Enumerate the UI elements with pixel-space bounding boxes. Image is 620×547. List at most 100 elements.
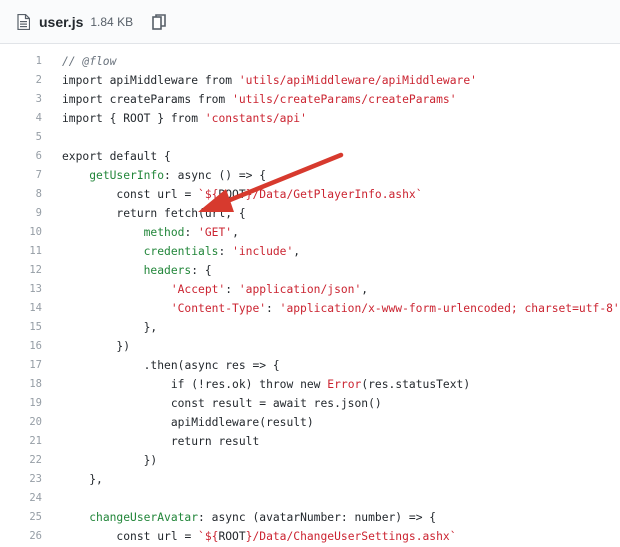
code-token: 'include' (232, 245, 294, 258)
code-token: }, (62, 473, 103, 486)
code-text: const result = await res.json() (62, 394, 382, 413)
code-text: }) (62, 337, 130, 356)
line-number[interactable]: 9 (0, 204, 62, 223)
code-text: headers: { (62, 261, 212, 280)
code-line: 22 }) (0, 451, 620, 470)
code-line: 17 .then(async res => { (0, 356, 620, 375)
code-line: 8 const url = `${ROOT}/Data/GetPlayerInf… (0, 185, 620, 204)
code-token: from (204, 74, 233, 87)
code-token: return (116, 207, 158, 220)
code-text: const url = `${ROOT}/Data/ChangeUserSett… (62, 527, 456, 546)
code-token: , (232, 226, 239, 239)
code-token: export default (62, 150, 158, 163)
code-token: from (198, 93, 226, 106)
line-number[interactable]: 21 (0, 432, 62, 451)
line-number[interactable]: 10 (0, 223, 62, 242)
code-token: : (184, 226, 199, 239)
code-token: if (170, 378, 185, 391)
code-view: 1// @flow 2 import apiMiddleware from 'uti… (0, 52, 620, 546)
code-line: 12 headers: { (0, 261, 620, 280)
code-token: 'Accept' (170, 283, 226, 296)
code-text: if (!res.ok) throw new Error(res.statusT… (62, 375, 470, 394)
code-text: .then(async res => { (62, 356, 280, 375)
code-token: import (62, 112, 103, 125)
file-size: 1.84 KB (90, 14, 134, 29)
code-token: }) (62, 454, 158, 467)
code-token: // @flow (62, 55, 117, 68)
line-number[interactable]: 22 (0, 451, 62, 470)
code-line: 16 }) (0, 337, 620, 356)
line-number[interactable]: 20 (0, 413, 62, 432)
line-number[interactable]: 8 (0, 185, 62, 204)
file-name[interactable]: user.js (39, 14, 83, 30)
line-number[interactable]: 25 (0, 508, 62, 527)
code-line: 7 getUserInfo: async () => { (0, 166, 620, 185)
line-number[interactable]: 19 (0, 394, 62, 413)
code-token: headers (143, 264, 192, 277)
line-number[interactable]: 14 (0, 299, 62, 318)
code-token: const (116, 188, 151, 201)
code-text: // @flow (62, 52, 116, 71)
copy-icon[interactable] (152, 13, 166, 30)
line-number[interactable]: 18 (0, 375, 62, 394)
line-number[interactable]: 7 (0, 166, 62, 185)
code-line: 15 }, (0, 318, 620, 337)
code-token: .then( (62, 359, 185, 372)
line-number[interactable]: 16 (0, 337, 62, 356)
code-line: 11 credentials: 'include', (0, 242, 620, 261)
line-number[interactable]: 13 (0, 280, 62, 299)
line-number[interactable]: 23 (0, 470, 62, 489)
line-number[interactable]: 4 (0, 109, 62, 128)
code-text: method: 'GET', (62, 223, 239, 242)
line-number[interactable]: 5 (0, 128, 62, 147)
line-number[interactable]: 3 (0, 90, 62, 109)
code-line: 6 export default { (0, 147, 620, 166)
code-token: ROOT (218, 530, 246, 543)
file-icon (17, 13, 31, 30)
code-token: fetch(url, { (157, 207, 246, 220)
line-number[interactable]: 26 (0, 527, 62, 546)
code-token: , (361, 283, 369, 296)
code-token: from (170, 112, 199, 125)
code-token: createParams (102, 93, 199, 106)
code-text: import { ROOT } from 'constants/api' (62, 109, 307, 128)
code-line: 25 changeUserAvatar: async (avatarNumber… (0, 508, 620, 527)
code-token: throw new (259, 378, 321, 391)
line-number[interactable]: 1 (0, 52, 62, 71)
line-number[interactable]: 17 (0, 356, 62, 375)
line-number[interactable]: 6 (0, 147, 62, 166)
code-token: method (143, 226, 185, 239)
code-line: 5 (0, 128, 620, 147)
line-number[interactable]: 15 (0, 318, 62, 337)
code-token: : (164, 169, 178, 182)
code-token: 'utils/createParams/createParams' (232, 93, 457, 106)
code-token: }/Data/GetPlayerInfo.ashx` (245, 188, 423, 201)
code-token: async (184, 359, 219, 372)
line-number[interactable]: 2 (0, 71, 62, 90)
code-line: 14 'Content-Type': 'application/x-www-fo… (0, 299, 620, 318)
code-token: }, (62, 321, 158, 334)
line-number[interactable]: 24 (0, 489, 62, 508)
code-token: apiMiddleware(result) (62, 416, 314, 429)
code-token: }) (62, 340, 131, 353)
code-line: 26 const url = `${ROOT}/Data/ChangeUserS… (0, 527, 620, 546)
code-text: return fetch(url, { (62, 204, 246, 223)
code-line: 9 return fetch(url, { (0, 204, 620, 223)
line-number[interactable]: 11 (0, 242, 62, 261)
code-line: 13 'Accept': 'application/json', (0, 280, 620, 299)
code-token: (avatarNumber: number) => { (245, 511, 437, 524)
code-line: 20 apiMiddleware(result) (0, 413, 620, 432)
line-number[interactable]: 12 (0, 261, 62, 280)
code-token: , (293, 245, 301, 258)
code-token: return (170, 435, 212, 448)
code-text: import apiMiddleware from 'utils/apiMidd… (62, 71, 477, 90)
